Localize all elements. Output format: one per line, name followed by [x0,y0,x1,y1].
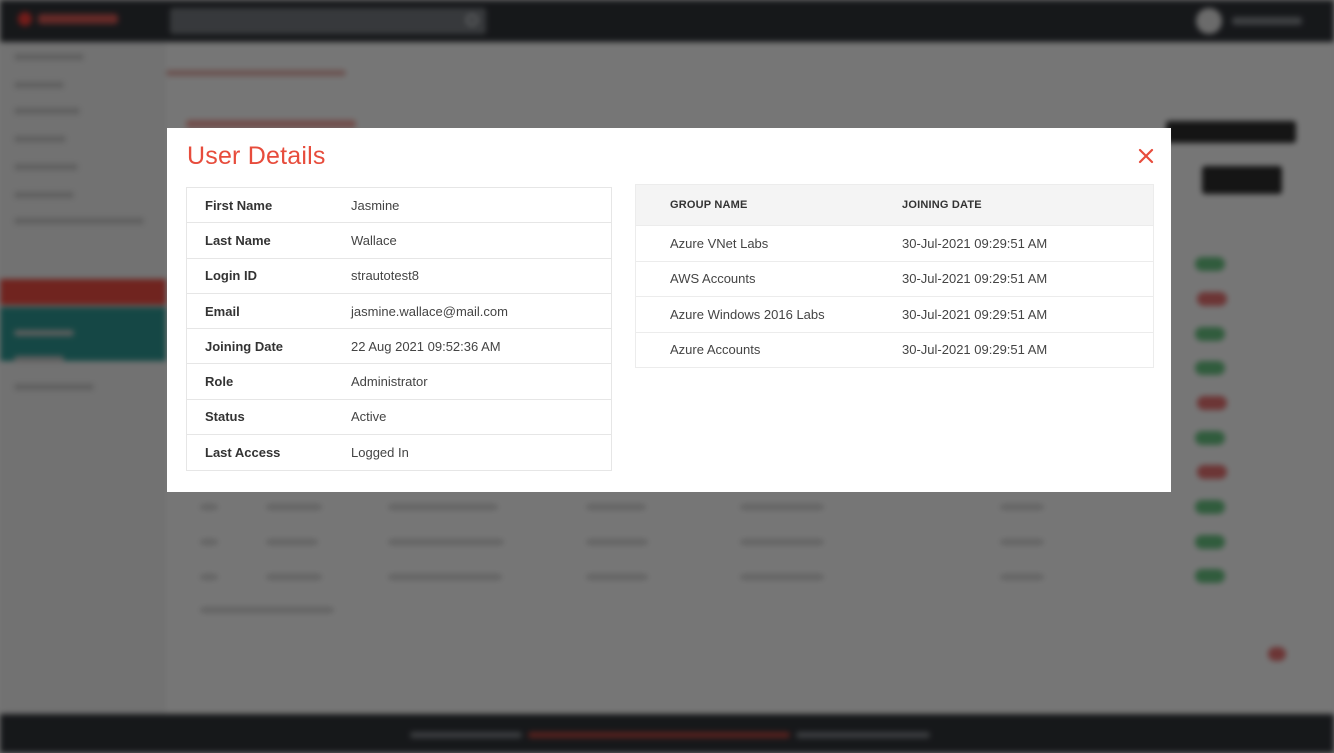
column-header-joining-date[interactable]: JOINING DATE [902,199,1153,211]
info-label: Last Access [205,445,281,461]
groups-table: GROUP NAME JOINING DATE Azure VNet Labs … [635,184,1154,368]
table-row: Azure VNet Labs 30-Jul-2021 09:29:51 AM [636,225,1153,261]
joining-date-cell: 30-Jul-2021 09:29:51 AM [902,235,1048,251]
table-row: AWS Accounts 30-Jul-2021 09:29:51 AM [636,260,1153,297]
info-row-login-id: Login ID strautotest8 [187,259,611,294]
info-value: Administrator [351,374,428,390]
table-row: Azure Accounts 30-Jul-2021 09:29:51 AM [636,331,1153,368]
info-label: Joining Date [205,338,284,354]
info-value: 22 Aug 2021 09:52:36 AM [351,338,501,354]
info-value: Logged In [351,445,409,461]
close-icon [1138,148,1154,164]
info-value: Active [351,409,387,425]
modal-title: User Details [187,142,326,170]
user-info-table: First Name Jasmine Last Name Wallace Log… [186,187,612,472]
column-header-group-name[interactable]: GROUP NAME [636,199,902,211]
info-row-first-name: First Name Jasmine [187,188,611,224]
joining-date-cell: 30-Jul-2021 09:29:51 AM [902,342,1048,358]
group-name-cell: Azure Accounts [670,342,761,358]
group-name-cell: AWS Accounts [670,271,756,287]
info-label: Status [205,409,245,425]
joining-date-cell: 30-Jul-2021 09:29:51 AM [902,306,1048,322]
info-label: Last Name [205,232,271,248]
user-details-modal: User Details First Name Jasmine Last Nam… [167,128,1171,492]
close-button[interactable] [1137,147,1155,165]
info-label: Login ID [205,268,257,284]
info-row-joining-date: Joining Date 22 Aug 2021 09:52:36 AM [187,329,611,365]
info-row-email: Email jasmine.wallace@mail.com [187,294,611,330]
info-value: strautotest8 [351,268,419,284]
info-value: Wallace [351,232,397,248]
info-row-last-name: Last Name Wallace [187,223,611,259]
info-value: Jasmine [351,197,400,213]
info-row-last-access: Last Access Logged In [187,435,611,470]
groups-table-header: GROUP NAME JOINING DATE [636,185,1153,225]
group-name-cell: Azure VNet Labs [670,235,769,251]
info-label: First Name [205,197,273,213]
info-label: Email [205,303,240,319]
info-row-role: Role Administrator [187,364,611,400]
info-value: jasmine.wallace@mail.com [351,303,508,319]
info-row-status: Status Active [187,400,611,436]
info-label: Role [205,374,234,390]
group-name-cell: Azure Windows 2016 Labs [670,306,825,322]
table-row: Azure Windows 2016 Labs 30-Jul-2021 09:2… [636,296,1153,332]
joining-date-cell: 30-Jul-2021 09:29:51 AM [902,271,1048,287]
